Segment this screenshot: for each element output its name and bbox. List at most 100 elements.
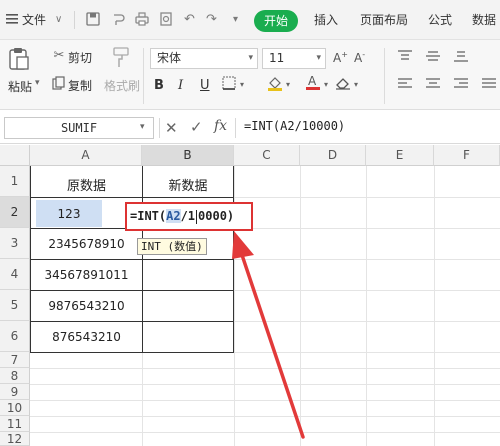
svg-text:A: A: [308, 74, 317, 88]
undo-icon[interactable]: ↶: [182, 12, 197, 27]
align-right-icon[interactable]: [454, 78, 468, 93]
chevron-down-icon[interactable]: ▾: [354, 80, 358, 89]
column-header-a[interactable]: A: [30, 145, 142, 166]
underline-button[interactable]: U: [200, 78, 210, 93]
column-header-d[interactable]: D: [300, 145, 366, 166]
row-header-10[interactable]: 10: [0, 400, 30, 416]
scissors-icon[interactable]: ✂: [52, 48, 66, 64]
chevron-down-icon[interactable]: ▾: [324, 80, 328, 89]
select-all-corner[interactable]: [0, 145, 30, 166]
format-painter-button[interactable]: 格式刷: [104, 77, 140, 94]
cell-a6[interactable]: 876543210: [31, 330, 142, 344]
table-border: [30, 290, 234, 291]
font-color-icon[interactable]: A: [306, 74, 320, 94]
formula-bar: SUMIF ▾ ✕ ✓ fx =INT(A2/10000): [0, 112, 500, 144]
align-left-icon[interactable]: [398, 78, 412, 93]
paste-button[interactable]: 粘贴: [8, 78, 32, 95]
row-header-12[interactable]: 12: [0, 432, 30, 446]
bold-button[interactable]: B: [154, 78, 164, 93]
chevron-down-icon[interactable]: ▾: [240, 80, 244, 89]
cell-a4[interactable]: 34567891011: [31, 268, 142, 282]
font-name-select[interactable]: 宋体 ▾: [150, 48, 258, 69]
chevron-down-icon[interactable]: ▾: [286, 80, 290, 89]
fill-color-icon[interactable]: [267, 75, 283, 94]
divider: [235, 118, 236, 138]
tab-page-layout[interactable]: 页面布局: [360, 10, 408, 30]
font-size-value: 11: [269, 51, 285, 65]
cell-a5[interactable]: 9876543210: [31, 299, 142, 313]
column-header-c[interactable]: C: [234, 145, 300, 166]
divider: [159, 118, 160, 138]
paste-dropdown-icon[interactable]: ▾: [35, 78, 40, 88]
gridline: [434, 166, 435, 446]
menu-icon[interactable]: [6, 13, 18, 25]
cell-b1[interactable]: 新数据: [143, 175, 233, 194]
cell-a1[interactable]: 原数据: [31, 175, 142, 194]
paste-icon[interactable]: [8, 47, 30, 71]
font-size-select[interactable]: 11 ▾: [262, 48, 326, 69]
chevron-down-icon: ▾: [316, 53, 321, 63]
align-bottom-icon[interactable]: [454, 50, 468, 65]
chevron-down-icon[interactable]: ▾: [140, 122, 145, 132]
tab-data[interactable]: 数据: [472, 10, 496, 30]
align-top-icon[interactable]: [398, 50, 412, 65]
copy-button[interactable]: 复制: [68, 77, 92, 94]
cut-button[interactable]: 剪切: [68, 49, 92, 66]
border-icon[interactable]: [222, 76, 236, 93]
ribbon-toolbar: 粘贴 ▾ ✂ 剪切 复制 格式刷 宋体 ▾ 11 ▾ A+ A- B I U ▾…: [0, 40, 500, 110]
copy-icon[interactable]: [52, 76, 66, 95]
gridline: [366, 166, 367, 446]
formula-input[interactable]: =INT(A2/10000): [244, 119, 345, 133]
divider: [74, 11, 75, 29]
row-header-5[interactable]: 5: [0, 290, 30, 321]
row-header-9[interactable]: 9: [0, 384, 30, 400]
column-header-b[interactable]: B: [142, 145, 234, 166]
align-middle-icon[interactable]: [426, 50, 440, 65]
row-header-2[interactable]: 2: [0, 197, 30, 228]
tab-insert[interactable]: 插入: [314, 10, 338, 30]
tab-start[interactable]: 开始: [254, 10, 298, 32]
print-icon[interactable]: [134, 12, 149, 27]
formula-prefix: =INT(: [130, 209, 167, 223]
divider: [384, 48, 385, 104]
cancel-icon[interactable]: ✕: [165, 119, 178, 137]
cell-reference: A2: [166, 209, 181, 223]
column-header-f[interactable]: F: [434, 145, 500, 166]
file-menu[interactable]: 文件: [22, 10, 46, 30]
redo-icon[interactable]: ↷: [204, 12, 219, 27]
spreadsheet-grid: A B C D E F 1 2 3 4 5 6 7 8 9 10 11 12 原…: [0, 145, 500, 446]
name-box[interactable]: SUMIF: [4, 117, 154, 139]
font-name-value: 宋体: [157, 51, 182, 65]
dropdown-icon[interactable]: ▾: [228, 12, 243, 27]
function-tooltip: INT (数值): [137, 238, 207, 255]
save-icon[interactable]: [85, 12, 100, 27]
tab-formulas[interactable]: 公式: [428, 10, 452, 30]
align-center-icon[interactable]: [426, 78, 440, 93]
preview-icon[interactable]: [158, 12, 173, 27]
row-header-3[interactable]: 3: [0, 228, 30, 259]
table-border: [30, 259, 234, 260]
cell-a3[interactable]: 2345678910: [31, 237, 142, 251]
row-header-8[interactable]: 8: [0, 368, 30, 384]
clear-format-icon[interactable]: [335, 76, 351, 93]
column-header-e[interactable]: E: [366, 145, 434, 166]
decrease-font-icon[interactable]: A-: [354, 50, 365, 65]
row-header-1[interactable]: 1: [0, 166, 30, 197]
justify-icon[interactable]: [482, 78, 496, 93]
table-border: [30, 197, 234, 198]
undo-history-icon[interactable]: [110, 12, 125, 27]
row-header-7[interactable]: 7: [0, 352, 30, 368]
italic-button[interactable]: I: [178, 78, 183, 93]
confirm-icon[interactable]: ✓: [190, 118, 203, 136]
text-cursor: [196, 209, 198, 224]
row-header-4[interactable]: 4: [0, 259, 30, 290]
row-header-6[interactable]: 6: [0, 321, 30, 352]
cell-a2[interactable]: 123: [36, 207, 102, 221]
fx-icon[interactable]: fx: [214, 118, 227, 134]
formula-mid: /1: [180, 209, 196, 223]
row-header-11[interactable]: 11: [0, 416, 30, 432]
chevron-down-icon[interactable]: ∨: [55, 10, 62, 30]
table-border: [30, 352, 234, 353]
increase-font-icon[interactable]: A+: [333, 50, 348, 65]
format-painter-icon[interactable]: [112, 46, 132, 73]
